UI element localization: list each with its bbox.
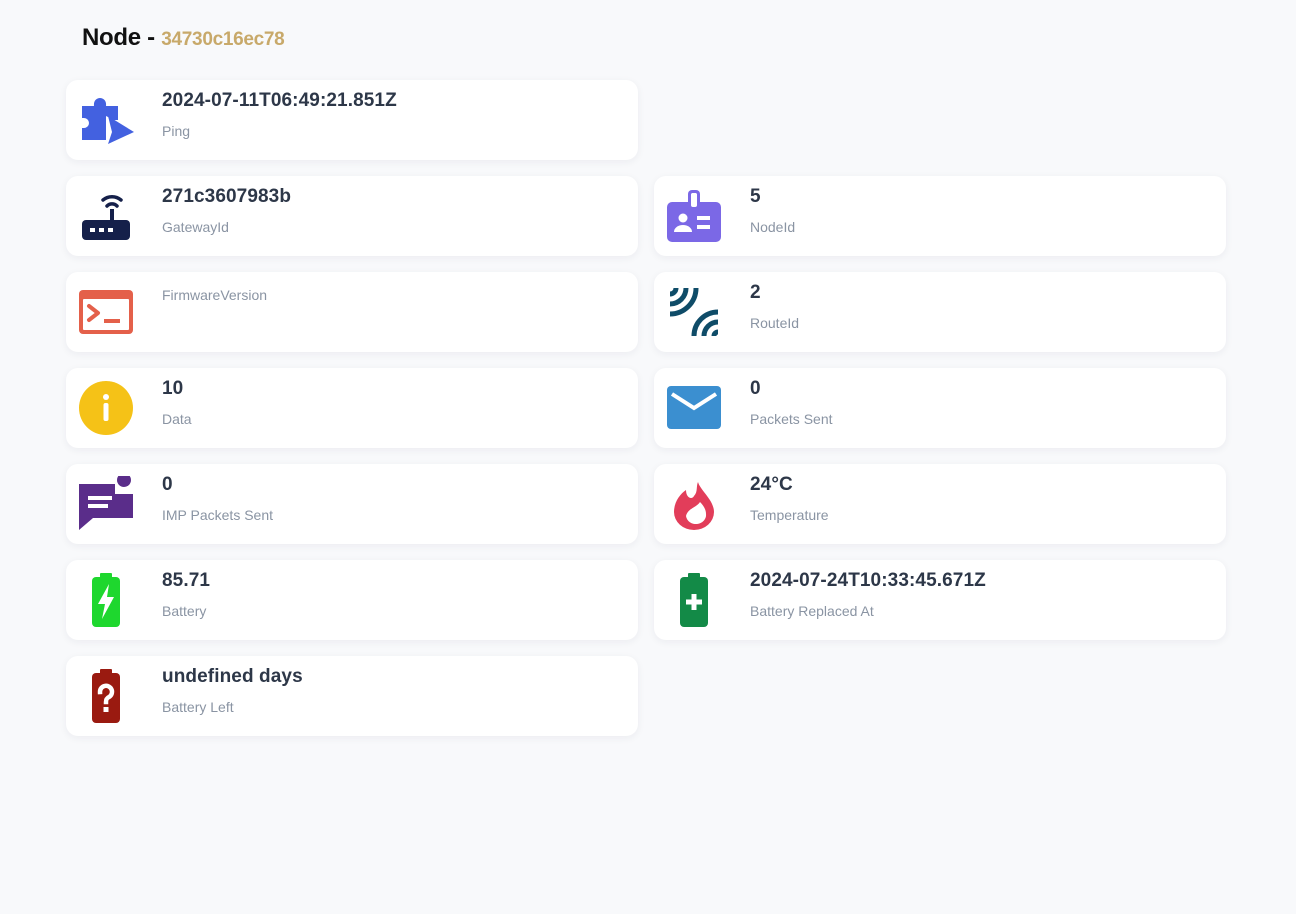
battery-replaced-at-value: 2024-07-24T10:33:45.671Z (750, 570, 986, 591)
gateway-id-label: GatewayId (162, 219, 229, 235)
temperature-label: Temperature (750, 507, 829, 523)
imp-packets-sent-label: IMP Packets Sent (162, 507, 274, 523)
info-circle-icon (78, 380, 134, 436)
card-battery-replaced-at: 2024-07-24T10:33:45.671Z Battery Replace… (654, 560, 1226, 640)
battery-question-icon (78, 668, 134, 724)
data-value: 10 (162, 378, 184, 399)
temperature-value: 24°C (750, 474, 793, 495)
router-icon (78, 188, 134, 244)
card-data: 10 Data (66, 368, 638, 448)
node-id-label: NodeId (750, 219, 796, 235)
node-id: 34730c16ec78 (161, 29, 285, 50)
battery-replaced-at-label: Battery Replaced At (750, 603, 874, 619)
packets-sent-value: 0 (750, 378, 761, 399)
battery-plus-icon (666, 572, 722, 628)
chat-notification-icon (78, 476, 134, 532)
packets-sent-label: Packets Sent (750, 411, 833, 427)
battery-charging-icon (78, 572, 134, 628)
firmware-version-label: FirmwareVersion (162, 287, 268, 303)
card-firmware-version: FirmwareVersion (66, 272, 638, 352)
page-title: Node - 34730c16ec78 (82, 24, 285, 52)
puzzle-send-icon (78, 92, 134, 148)
battery-label: Battery (162, 603, 207, 619)
flame-icon (666, 476, 722, 532)
card-gateway-id: 271c3607983b GatewayId (66, 176, 638, 256)
page-title-label: Node - (82, 24, 155, 51)
card-route-id: 2 RouteId (654, 272, 1226, 352)
battery-left-value: undefined days (162, 666, 303, 687)
data-label: Data (162, 411, 192, 427)
imp-packets-sent-value: 0 (162, 474, 173, 495)
card-node-id: 5 NodeId (654, 176, 1226, 256)
terminal-icon (78, 284, 134, 340)
card-imp-packets-sent: 0 IMP Packets Sent (66, 464, 638, 544)
battery-left-label: Battery Left (162, 699, 234, 715)
card-packets-sent: 0 Packets Sent (654, 368, 1226, 448)
card-battery-left: undefined days Battery Left (66, 656, 638, 736)
card-temperature: 24°C Temperature (654, 464, 1226, 544)
signal-waves-icon (666, 284, 722, 340)
node-id-value: 5 (750, 186, 761, 207)
card-ping: 2024-07-11T06:49:21.851Z Ping (66, 80, 638, 160)
id-badge-icon (666, 188, 722, 244)
ping-label: Ping (162, 123, 191, 139)
route-id-value: 2 (750, 282, 761, 303)
ping-value: 2024-07-11T06:49:21.851Z (162, 90, 397, 111)
gateway-id-value: 271c3607983b (162, 186, 292, 207)
battery-value: 85.71 (162, 570, 211, 591)
envelope-icon (666, 380, 722, 436)
route-id-label: RouteId (750, 315, 800, 331)
card-battery: 85.71 Battery (66, 560, 638, 640)
